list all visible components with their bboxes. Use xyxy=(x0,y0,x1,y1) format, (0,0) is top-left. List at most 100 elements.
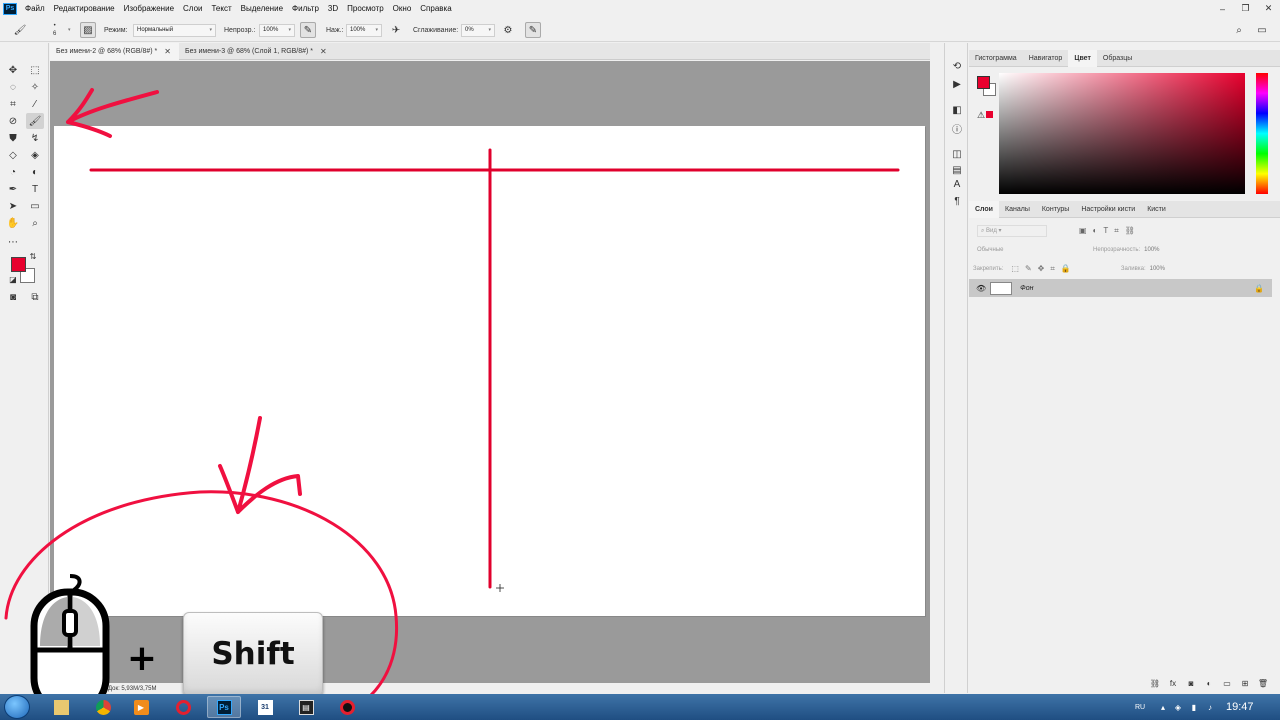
tab-paths[interactable]: Контуры xyxy=(1036,201,1075,218)
tab-channels[interactable]: Каналы xyxy=(999,201,1036,218)
menu-type[interactable]: Текст xyxy=(211,4,231,13)
taskbar-explorer[interactable] xyxy=(44,696,78,718)
menu-image[interactable]: Изображение xyxy=(124,4,174,13)
taskbar-opera[interactable] xyxy=(166,696,200,718)
layer-filter-kind[interactable]: ⌕ Вид ▾ xyxy=(977,224,1047,237)
dodge-tool-icon[interactable]: ◐ xyxy=(26,164,44,180)
paint-bucket-tool-icon[interactable]: ◈ xyxy=(26,147,44,163)
default-colors-icon[interactable]: ◪ xyxy=(8,274,18,284)
magic-wand-tool-icon[interactable]: ✧ xyxy=(26,79,44,95)
more-tools-icon[interactable]: ⋯ xyxy=(4,234,22,250)
tab-color[interactable]: Цвет xyxy=(1068,50,1097,67)
tray-clock[interactable]: 19:47 xyxy=(1226,694,1254,720)
menu-3d[interactable]: 3D xyxy=(328,4,338,13)
taskbar-video[interactable]: ▤ xyxy=(289,696,323,718)
color-picker-field[interactable] xyxy=(999,73,1245,194)
size-pressure-icon[interactable]: ✎ xyxy=(525,22,541,38)
text-tool-icon[interactable]: T xyxy=(26,181,44,197)
tab-navigator[interactable]: Навигатор xyxy=(1023,50,1069,67)
language-indicator[interactable]: RU xyxy=(1135,694,1145,720)
hue-slider[interactable] xyxy=(1256,73,1268,194)
menu-window[interactable]: Окно xyxy=(393,4,412,13)
tab-swatches[interactable]: Образцы xyxy=(1097,50,1138,67)
tab-brushes[interactable]: Кисти xyxy=(1141,201,1172,218)
clone-stamp-tool-icon[interactable]: ⛊ xyxy=(4,130,22,146)
smoothing-input[interactable]: 0% ▾ xyxy=(461,23,495,37)
lasso-tool-icon[interactable]: ◌ xyxy=(4,79,22,95)
taskbar-chrome[interactable] xyxy=(86,696,120,718)
brush-settings-toggle-icon[interactable]: ▨ xyxy=(80,22,96,38)
mode-select[interactable]: Нормальный ▾ xyxy=(133,23,216,37)
quick-mask-icon[interactable]: ◙ xyxy=(4,289,22,305)
pressure-input[interactable]: 100% ▾ xyxy=(346,23,382,37)
pen-tool-icon[interactable]: ✒ xyxy=(4,181,22,197)
character-panel-icon[interactable]: A xyxy=(949,177,965,192)
foreground-color-swatch[interactable] xyxy=(11,257,26,272)
chevron-down-icon[interactable]: ▾ xyxy=(68,27,71,33)
menu-help[interactable]: Справка xyxy=(420,4,451,13)
color-panel-foreground-swatch[interactable] xyxy=(977,76,990,89)
hand-tool-icon[interactable]: ✋ xyxy=(4,215,22,231)
zoom-tool-icon[interactable]: ⌕ xyxy=(26,215,44,231)
libraries-panel-icon[interactable]: ▤ xyxy=(949,163,965,178)
fill-value[interactable]: 100% xyxy=(1150,266,1165,272)
workspace-icon[interactable]: ▭ xyxy=(1254,22,1270,38)
document-canvas[interactable] xyxy=(54,126,925,616)
menu-layers[interactable]: Слои xyxy=(183,4,202,13)
menu-select[interactable]: Выделение xyxy=(241,4,283,13)
history-panel-icon[interactable]: ⟲ xyxy=(949,59,965,74)
path-selection-tool-icon[interactable]: ➤ xyxy=(4,198,22,214)
swap-colors-icon[interactable]: ⇅ xyxy=(28,251,38,261)
history-brush-tool-icon[interactable]: ↯ xyxy=(26,130,44,146)
adjustments-panel-icon[interactable]: ◧ xyxy=(949,103,965,118)
eyedropper-tool-icon[interactable]: ⁄ xyxy=(26,96,44,112)
brush-tool-preset-icon[interactable]: 🖌 xyxy=(12,22,28,38)
tray-expand-icon[interactable]: ▴ xyxy=(1157,701,1169,713)
rectangle-tool-icon[interactable]: ▭ xyxy=(26,198,44,214)
close-icon[interactable]: ✕ xyxy=(320,47,327,56)
menu-edit[interactable]: Редактирование xyxy=(54,4,115,13)
gamut-color-chip[interactable] xyxy=(986,111,993,118)
network-icon[interactable]: ▮ xyxy=(1188,701,1200,713)
opacity-input[interactable]: 100% ▾ xyxy=(259,23,295,37)
new-layer-icon[interactable]: ⊞ xyxy=(1236,677,1254,691)
minimize-button[interactable]: – xyxy=(1211,0,1234,17)
tab-layers[interactable]: Слои xyxy=(969,201,999,218)
menu-view[interactable]: Просмотр xyxy=(347,4,384,13)
gear-icon[interactable]: ⚙ xyxy=(500,22,516,38)
layer-opacity-value[interactable]: 100% xyxy=(1144,247,1159,253)
taskbar-photoshop[interactable]: Ps xyxy=(207,696,241,718)
opacity-pressure-icon[interactable]: ✎ xyxy=(300,22,316,38)
airbrush-icon[interactable]: ✈ xyxy=(388,22,404,38)
menu-filter[interactable]: Фильтр xyxy=(292,4,319,13)
layer-filter-icons[interactable]: ▣◐T⌗⛓ xyxy=(1079,226,1141,236)
brush-tool-icon[interactable]: 🖌 xyxy=(26,113,44,129)
lock-icons[interactable]: ⬚✎✥⌗🔒 xyxy=(1011,264,1076,274)
layer-row[interactable]: 👁 Фон 🔒 xyxy=(969,279,1272,297)
actions-panel-icon[interactable]: ▶ xyxy=(949,77,965,92)
trash-icon[interactable]: 🗑 xyxy=(1254,677,1272,691)
layer-mask-icon[interactable]: ◙ xyxy=(1182,677,1200,691)
adjustment-layer-icon[interactable]: ◐ xyxy=(1200,677,1218,691)
eye-icon[interactable]: 👁 xyxy=(976,284,986,293)
start-button[interactable] xyxy=(4,695,30,719)
gamut-warning-icon[interactable]: ⚠ xyxy=(977,110,985,121)
document-workspace[interactable] xyxy=(50,61,930,683)
tab-histogram[interactable]: Гистограмма xyxy=(969,50,1023,67)
new-group-icon[interactable]: ▭ xyxy=(1218,677,1236,691)
blur-tool-icon[interactable]: ◔ xyxy=(4,164,22,180)
crop-tool-icon[interactable]: ⌗ xyxy=(4,96,22,112)
document-tab-2[interactable]: Без имени-3 @ 68% (Слой 1, RGB/8#) * ✕ xyxy=(179,43,335,60)
paragraph-panel-icon[interactable]: ¶ xyxy=(949,194,965,209)
close-button[interactable]: ✕ xyxy=(1257,0,1280,17)
volume-icon[interactable]: ♪ xyxy=(1204,701,1216,713)
blend-mode-select[interactable]: Обычные xyxy=(977,247,1093,253)
document-tab-1[interactable]: Без имени-2 @ 68% (RGB/8#) * ✕ xyxy=(50,43,179,60)
healing-brush-tool-icon[interactable]: ⊘ xyxy=(4,113,22,129)
document-size-info[interactable]: Док: 5,93M/3,75M xyxy=(108,686,156,692)
menu-file[interactable]: Файл xyxy=(25,4,45,13)
link-layers-icon[interactable]: ⛓ xyxy=(1146,677,1164,691)
search-icon[interactable]: ⌕ xyxy=(1231,22,1247,38)
tray-app-icon[interactable]: ◈ xyxy=(1172,701,1184,713)
properties-panel-icon[interactable]: ⓘ xyxy=(949,121,965,136)
